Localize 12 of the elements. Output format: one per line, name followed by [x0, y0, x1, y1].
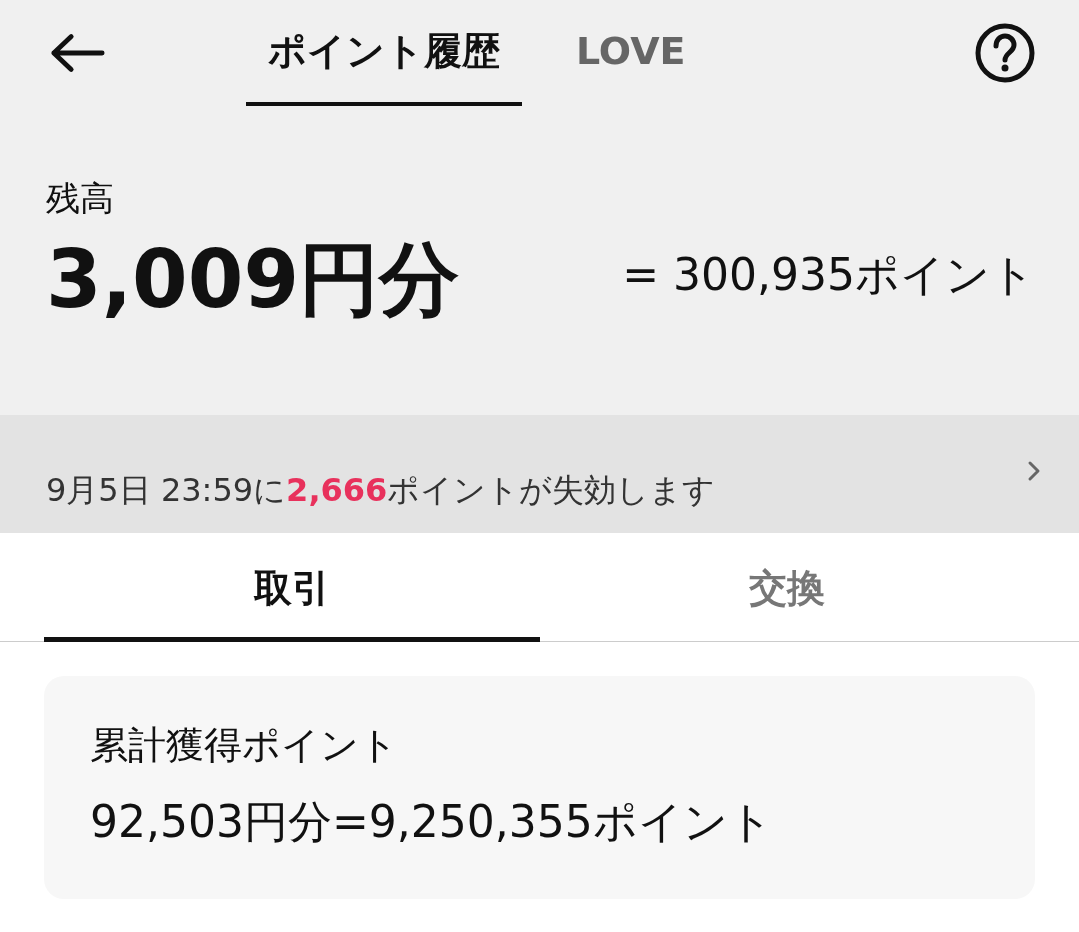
balance-amount: 3,009円分 — [46, 236, 460, 324]
tab[interactable]: 取引 — [44, 533, 540, 642]
summary-value: 92,503円分=9,250,355ポイント — [90, 795, 774, 849]
summary-title: 累計獲得ポイント — [90, 722, 399, 769]
tab[interactable]: 交換 — [539, 533, 1035, 642]
back-icon[interactable] — [48, 33, 106, 73]
balance-label: 残高 — [46, 177, 115, 220]
help-icon[interactable] — [975, 23, 1035, 83]
header-tab[interactable]: LOVE — [554, 0, 708, 106]
header-tab[interactable]: ポイント履歴 — [246, 0, 522, 106]
balance-points: = 300,935ポイント — [622, 248, 1035, 302]
chevron-right-icon[interactable] — [1027, 460, 1041, 482]
